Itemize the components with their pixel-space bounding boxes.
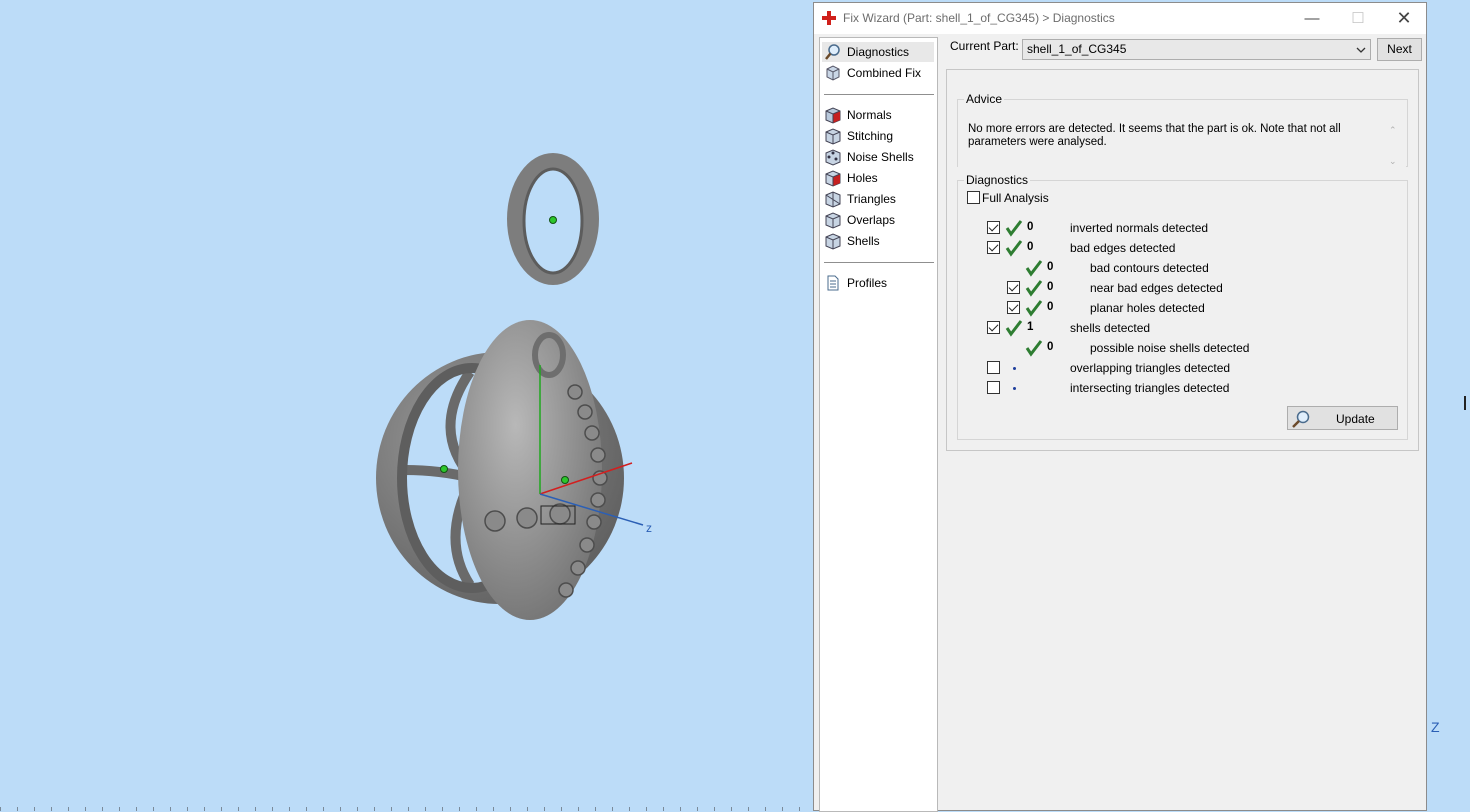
- diag-row-checkbox[interactable]: [987, 381, 1000, 394]
- diag-row-label: shells detected: [1070, 321, 1151, 335]
- cube-noise-icon: [825, 149, 841, 166]
- green-check-icon: [1025, 260, 1043, 277]
- diag-row-checkbox[interactable]: [1007, 301, 1020, 314]
- title-bar[interactable]: Fix Wizard (Part: shell_1_of_CG345) > Di…: [814, 3, 1426, 34]
- magnifier-icon: [1292, 410, 1310, 428]
- diag-row-label: possible noise shells detected: [1090, 341, 1250, 355]
- 3d-viewport[interactable]: z: [0, 0, 812, 811]
- diag-row-checkbox[interactable]: [1007, 281, 1020, 294]
- pendant-part: [376, 320, 624, 620]
- diag-row-checkbox[interactable]: [987, 321, 1000, 334]
- diag-row-label: bad contours detected: [1090, 261, 1209, 275]
- splitter-handle[interactable]: [1464, 396, 1470, 410]
- ruler: [0, 807, 812, 811]
- current-part-label: Current Part:: [950, 39, 1019, 53]
- z-axis-label: z: [646, 521, 652, 535]
- diag-row-count: 0: [1047, 261, 1054, 273]
- sidebar-item-overlaps[interactable]: Overlaps: [822, 210, 934, 230]
- scroll-down-icon[interactable]: ⌄: [1389, 156, 1397, 167]
- cube-triangle-icon: [825, 191, 841, 208]
- advice-textbox[interactable]: No more errors are detected. It seems th…: [958, 123, 1406, 171]
- sidebar-divider: [824, 262, 934, 263]
- cube-stitch-icon: [825, 128, 841, 145]
- full-analysis-label: Full Analysis: [982, 191, 1049, 205]
- current-part-value: shell_1_of_CG345: [1027, 42, 1127, 56]
- diag-row-count: 0: [1027, 241, 1034, 253]
- diag-row-count: 0: [1047, 341, 1054, 353]
- pending-dot-icon: [1013, 387, 1016, 390]
- sidebar-item-label: Holes: [847, 171, 878, 185]
- document-icon: [827, 275, 839, 291]
- sidebar-item-combined-fix[interactable]: Combined Fix: [822, 63, 934, 83]
- scroll-up-icon[interactable]: ⌃: [1389, 125, 1397, 136]
- diag-row-label: inverted normals detected: [1070, 221, 1209, 235]
- ring-part: [507, 153, 599, 285]
- diagnostics-title: Diagnostics: [966, 173, 1029, 187]
- diag-row-label: intersecting triangles detected: [1070, 381, 1230, 395]
- sidebar-item-label: Noise Shells: [847, 150, 914, 164]
- sidebar-item-diagnostics[interactable]: Diagnostics: [822, 42, 934, 62]
- red-cross-icon: [822, 11, 836, 25]
- advice-scrollbar[interactable]: ⌃ ⌄: [1386, 123, 1400, 171]
- current-part-dropdown[interactable]: shell_1_of_CG345: [1022, 39, 1371, 60]
- viewport-right-strip: Z: [1427, 0, 1470, 811]
- pending-dot-icon: [1013, 367, 1016, 370]
- diag-row-checkbox[interactable]: [987, 361, 1000, 374]
- close-button[interactable]: ✕: [1381, 3, 1427, 34]
- sidebar-item-label: Triangles: [847, 192, 896, 206]
- advice-text: No more errors are detected. It seems th…: [968, 123, 1341, 148]
- sidebar-item-label: Diagnostics: [847, 45, 910, 59]
- sidebar-item-normals[interactable]: Normals: [822, 105, 934, 125]
- advice-title: Advice: [966, 92, 1003, 106]
- diag-row-label: bad edges detected: [1070, 241, 1176, 255]
- sidebar-item-label: Normals: [847, 108, 892, 122]
- diag-row-label: overlapping triangles detected: [1070, 361, 1231, 375]
- cube-overlap-icon: [825, 212, 841, 229]
- sidebar-item-label: Combined Fix: [847, 66, 922, 80]
- advice-group: Advice No more errors are detected. It s…: [957, 92, 1408, 171]
- sidebar-item-label: Shells: [847, 234, 880, 248]
- green-check-icon: [1025, 300, 1043, 317]
- green-check-icon: [1005, 320, 1023, 337]
- diag-row-count: 1: [1027, 321, 1034, 333]
- update-label: Update: [1336, 412, 1375, 426]
- green-check-icon: [1005, 240, 1023, 257]
- sidebar-item-stitching[interactable]: Stitching: [822, 126, 934, 146]
- sidebar-divider: [824, 94, 934, 95]
- green-check-icon: [1025, 340, 1043, 357]
- diag-row-checkbox[interactable]: [987, 221, 1000, 234]
- update-button[interactable]: Update: [1287, 406, 1398, 430]
- green-check-icon: [1025, 280, 1043, 297]
- minimize-button[interactable]: —: [1289, 3, 1335, 34]
- full-analysis-checkbox[interactable]: [967, 191, 980, 204]
- diag-row-count: 0: [1027, 221, 1034, 233]
- next-button[interactable]: Next: [1377, 38, 1422, 61]
- sidebar-item-noise-shells[interactable]: Noise Shells: [822, 147, 934, 167]
- maximize-button[interactable]: ☐: [1335, 3, 1381, 34]
- model-render: [376, 153, 644, 620]
- sidebar-item-label: Profiles: [847, 276, 888, 290]
- diag-row-count: 0: [1047, 301, 1054, 313]
- wizard-sidebar: Diagnostics Combined Fix Normals Stitchi…: [819, 37, 938, 812]
- magnifier-icon: [825, 44, 840, 60]
- diag-row-label: planar holes detected: [1090, 301, 1205, 315]
- green-check-icon: [1005, 220, 1023, 237]
- diag-row-checkbox[interactable]: [987, 241, 1000, 254]
- cube-hole-icon: [825, 170, 841, 187]
- cube-red-face-icon: [825, 107, 841, 124]
- sidebar-item-label: Stitching: [847, 129, 894, 143]
- sidebar-item-holes[interactable]: Holes: [822, 168, 934, 188]
- diag-row-label: near bad edges detected: [1090, 281, 1223, 295]
- cube-stack-icon: [826, 65, 840, 81]
- cube-shell-icon: [825, 233, 841, 250]
- diag-row-count: 0: [1047, 281, 1054, 293]
- fix-wizard-dialog: Fix Wizard (Part: shell_1_of_CG345) > Di…: [813, 2, 1427, 812]
- sidebar-item-profiles[interactable]: Profiles: [822, 273, 934, 293]
- sidebar-item-triangles[interactable]: Triangles: [822, 189, 934, 209]
- corner-z-axis-label: Z: [1431, 719, 1440, 735]
- dialog-title: Fix Wizard (Part: shell_1_of_CG345) > Di…: [843, 11, 1115, 25]
- sidebar-item-label: Overlaps: [847, 213, 896, 227]
- sidebar-item-shells[interactable]: Shells: [822, 231, 934, 251]
- chevron-down-icon: [1356, 47, 1366, 53]
